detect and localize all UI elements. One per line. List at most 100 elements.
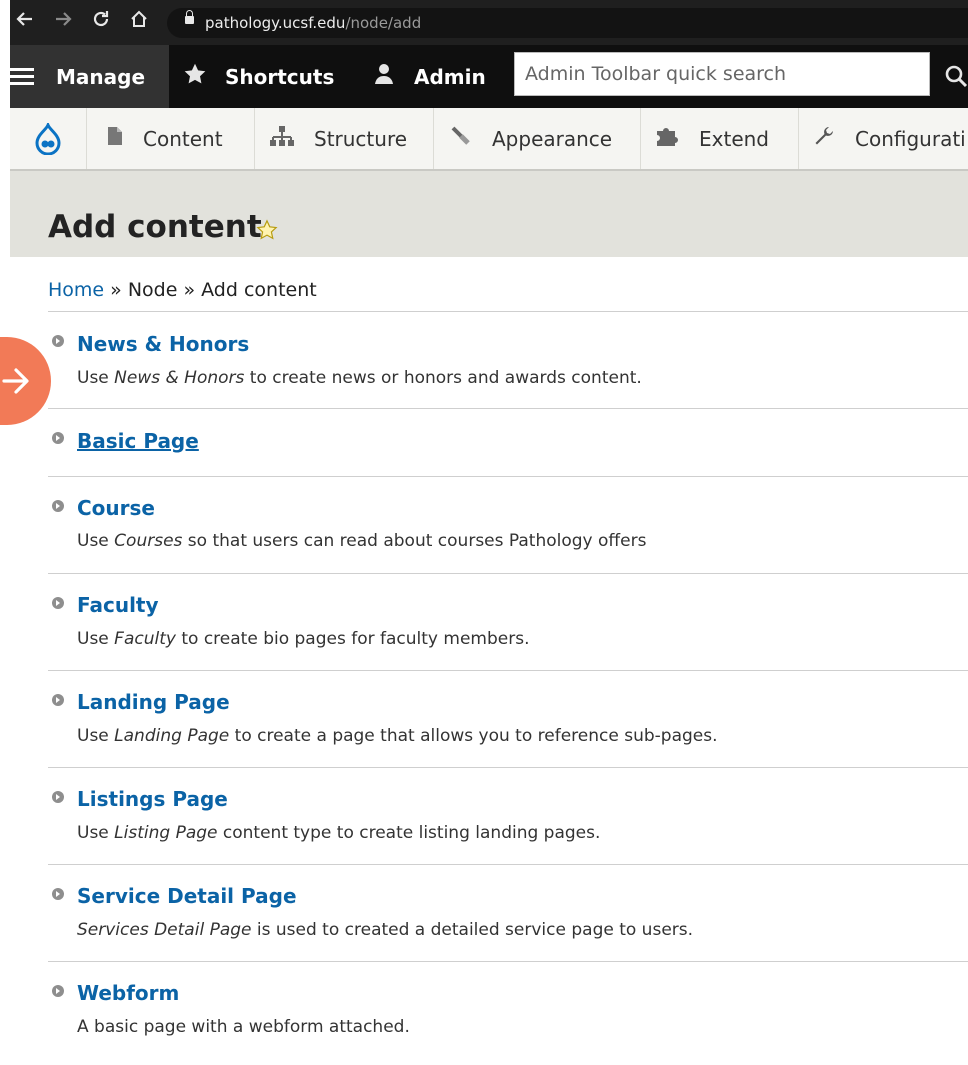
list-item: Course Use Courses so that users can rea… bbox=[48, 476, 968, 573]
breadcrumb-node: Node bbox=[127, 279, 178, 301]
tray-extend[interactable]: Extend bbox=[641, 108, 799, 169]
bullet-icon bbox=[52, 888, 64, 900]
list-item: Service Detail Page Services Detail Page… bbox=[48, 864, 968, 961]
shortcut-star-icon[interactable] bbox=[256, 219, 278, 241]
list-item: Landing Page Use Landing Page to create … bbox=[48, 670, 968, 767]
drupal-logo-icon[interactable] bbox=[10, 108, 87, 169]
tray-structure[interactable]: Structure bbox=[255, 108, 434, 169]
content-type-description: Use Landing Page to create a page that a… bbox=[77, 725, 718, 747]
desc-text: content type to create listing landing p… bbox=[217, 823, 601, 843]
menu-tray: Content Structure Appearance Extend Conf… bbox=[10, 108, 968, 171]
tray-content-label: Content bbox=[143, 126, 223, 151]
page: pathology.ucsf.edu/node/add Manage Short… bbox=[10, 0, 968, 1065]
tray-appearance-label: Appearance bbox=[492, 126, 613, 151]
hamburger-icon bbox=[10, 67, 34, 86]
content-type-link[interactable]: Webform bbox=[77, 980, 179, 1006]
toolbar-manage-label: Manage bbox=[56, 64, 146, 89]
page-title: Add content bbox=[48, 209, 262, 245]
content-type-description: Use News & Honors to create news or hono… bbox=[77, 367, 642, 389]
paintbrush-icon bbox=[450, 125, 472, 152]
desc-text: Use bbox=[77, 726, 115, 746]
url-text: pathology.ucsf.edu/node/add bbox=[205, 13, 421, 33]
toolbar-manage[interactable]: Manage bbox=[10, 45, 169, 108]
content-type-link[interactable]: Faculty bbox=[77, 592, 159, 618]
bullet-icon bbox=[52, 985, 64, 997]
toolbar-admin-label: Admin bbox=[414, 64, 486, 89]
admin-toolbar: Manage Shortcuts Admin bbox=[10, 45, 968, 108]
wrench-icon bbox=[813, 125, 835, 152]
desc-text: Use bbox=[77, 823, 115, 843]
content-type-description: Services Detail Page is used to created … bbox=[77, 919, 693, 941]
lock-icon bbox=[185, 10, 194, 24]
browser-bar: pathology.ucsf.edu/node/add bbox=[10, 0, 968, 45]
list-item: Listings Page Use Listing Page content t… bbox=[48, 767, 968, 864]
arrow-right-icon bbox=[2, 368, 29, 394]
tray-content[interactable]: Content bbox=[87, 108, 255, 169]
breadcrumb-home-link[interactable]: Home bbox=[48, 279, 104, 301]
breadcrumb-separator: » bbox=[177, 279, 202, 301]
desc-text: A basic page with a webform attached. bbox=[77, 1017, 410, 1037]
home-icon[interactable] bbox=[126, 9, 152, 35]
tray-structure-label: Structure bbox=[314, 126, 408, 151]
back-arrow-icon[interactable] bbox=[12, 9, 38, 35]
content-type-link[interactable]: Course bbox=[77, 495, 155, 521]
desc-emphasis: News & Honors bbox=[114, 368, 245, 388]
url-host: pathology.ucsf.edu bbox=[205, 14, 346, 32]
toolbar-shortcuts-label: Shortcuts bbox=[225, 64, 335, 89]
desc-text: Use bbox=[77, 531, 115, 551]
toolbar-shortcuts[interactable]: Shortcuts bbox=[183, 45, 334, 108]
tray-extend-label: Extend bbox=[699, 126, 769, 151]
content-type-link[interactable]: Landing Page bbox=[77, 689, 230, 715]
breadcrumb: Home » Node » Add content bbox=[48, 278, 317, 302]
breadcrumb-separator: » bbox=[104, 279, 128, 301]
desc-text: to create a page that allows you to refe… bbox=[229, 726, 718, 746]
url-path: /node/add bbox=[345, 14, 422, 32]
desc-emphasis: Listing Page bbox=[114, 823, 218, 843]
list-item: Basic Page bbox=[48, 408, 968, 476]
content-type-link[interactable]: Service Detail Page bbox=[77, 883, 297, 909]
page-header: Add content bbox=[10, 171, 968, 257]
search-icon[interactable] bbox=[944, 64, 968, 88]
tray-configuration-label: Configurati bbox=[855, 126, 966, 151]
tray-configuration[interactable]: Configurati bbox=[799, 108, 968, 169]
admin-search-input[interactable] bbox=[514, 52, 930, 96]
bullet-icon bbox=[52, 335, 64, 347]
bullet-icon bbox=[52, 694, 64, 706]
content-type-link[interactable]: Listings Page bbox=[77, 786, 228, 812]
content-type-description: Use Faculty to create bio pages for facu… bbox=[77, 628, 529, 650]
star-icon bbox=[183, 62, 207, 91]
tray-appearance[interactable]: Appearance bbox=[434, 108, 641, 169]
desc-text: Use bbox=[77, 629, 115, 649]
content-type-list: News & Honors Use News & Honors to creat… bbox=[48, 311, 968, 1058]
bullet-icon bbox=[52, 791, 64, 803]
desc-emphasis: Faculty bbox=[114, 629, 176, 649]
content-type-link[interactable]: Basic Page bbox=[77, 428, 199, 454]
list-item: Webform A basic page with a webform atta… bbox=[48, 961, 968, 1058]
desc-text: to create bio pages for faculty members. bbox=[175, 629, 530, 649]
content-type-description: A basic page with a webform attached. bbox=[77, 1016, 410, 1038]
user-icon bbox=[372, 62, 396, 91]
forward-arrow-icon[interactable] bbox=[50, 9, 76, 35]
bullet-icon bbox=[52, 500, 64, 512]
toolbar-admin[interactable]: Admin bbox=[372, 45, 486, 108]
desc-emphasis: Services Detail Page bbox=[77, 920, 252, 940]
desc-text: to create news or honors and awards cont… bbox=[244, 368, 642, 388]
address-bar[interactable]: pathology.ucsf.edu/node/add bbox=[167, 8, 968, 38]
reload-icon[interactable] bbox=[88, 9, 114, 35]
list-item: Faculty Use Faculty to create bio pages … bbox=[48, 573, 968, 670]
sitemap-icon bbox=[270, 125, 294, 152]
desc-emphasis: Courses bbox=[114, 531, 183, 551]
bullet-icon bbox=[52, 432, 64, 444]
desc-text: is used to created a detailed service pa… bbox=[251, 920, 694, 940]
desc-text: so that users can read about courses Pat… bbox=[182, 531, 647, 551]
breadcrumb-current: Add content bbox=[201, 279, 317, 301]
desc-emphasis: Landing Page bbox=[114, 726, 230, 746]
content-type-description: Use Courses so that users can read about… bbox=[77, 530, 646, 552]
bullet-icon bbox=[52, 597, 64, 609]
desc-text: Use bbox=[77, 368, 115, 388]
content-type-link[interactable]: News & Honors bbox=[77, 331, 249, 357]
list-item: News & Honors Use News & Honors to creat… bbox=[48, 311, 968, 408]
puzzle-icon bbox=[655, 125, 679, 152]
document-icon bbox=[107, 126, 123, 151]
content-type-description: Use Listing Page content type to create … bbox=[77, 822, 600, 844]
